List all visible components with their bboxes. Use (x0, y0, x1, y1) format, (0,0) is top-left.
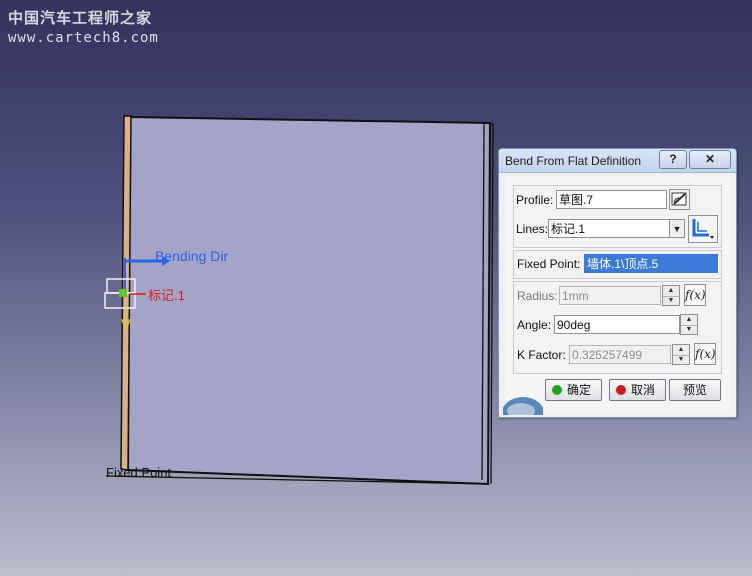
fixed-point-field-label: Fixed Point: (517, 257, 581, 271)
catia-globe-icon (503, 397, 543, 415)
sketcher-button[interactable] (669, 189, 690, 210)
right-thickness-edge-outer (490, 123, 494, 485)
lines-label: Lines: (516, 222, 549, 236)
fixed-point-field[interactable]: 墙体.1\顶点.5 (584, 254, 718, 273)
dialog-titlebar[interactable]: Bend From Flat Definition ? ✕ (499, 149, 736, 173)
profile-field[interactable]: 草图.7 (556, 190, 667, 209)
radius-label: Radius: (517, 289, 558, 303)
cancel-label: 取消 (631, 383, 656, 397)
angle-field[interactable]: 90deg (554, 315, 680, 334)
profile-label: Profile: (516, 193, 554, 207)
sketch-edit-icon (671, 192, 687, 206)
bending-dir-label: Bending Dir (155, 248, 229, 264)
ok-button[interactable]: 确定 (545, 379, 602, 401)
lines-selection-button[interactable] (688, 215, 718, 243)
fixed-point-label: Fixed Point (106, 465, 172, 480)
kfactor-field[interactable]: 0.325257499 (569, 345, 671, 364)
radius-spin-down-icon[interactable]: ▼ (663, 296, 679, 306)
profile-lines-group: Profile: 草图.7 Lines: 标记.1 ▼ (513, 185, 722, 248)
ok-label: 确定 (567, 383, 592, 397)
lines-field[interactable]: 标记.1 (548, 219, 670, 238)
ok-status-icon (552, 385, 562, 395)
kfactor-spinner[interactable]: ▲ ▼ (672, 344, 690, 365)
parameters-group: Radius: 1mm ▲ ▼ f(x) Angle: 90deg ▲ ▼ K … (513, 281, 722, 374)
kfactor-spin-down-icon[interactable]: ▼ (673, 355, 689, 365)
lines-selection-icon (692, 219, 714, 239)
lines-dropdown-arrow[interactable]: ▼ (670, 219, 685, 238)
dialog-title: Bend From Flat Definition (505, 154, 642, 168)
radius-spinner[interactable]: ▲ ▼ (662, 285, 680, 306)
kfactor-label: K Factor: (517, 348, 566, 362)
dialog-body: Profile: 草图.7 Lines: 标记.1 ▼ Fixed Point:… (503, 175, 730, 415)
angle-spinner[interactable]: ▲ ▼ (680, 314, 698, 335)
radius-formula-button[interactable]: f(x) (684, 284, 706, 306)
radius-field[interactable]: 1mm (559, 286, 661, 305)
fixed-point-group: Fixed Point: 墙体.1\顶点.5 (513, 250, 722, 279)
close-button[interactable]: ✕ (689, 150, 731, 169)
angle-label: Angle: (517, 318, 552, 332)
angle-spin-down-icon[interactable]: ▼ (681, 325, 697, 335)
mark-label: 标记.1 (148, 288, 185, 303)
cancel-status-icon (616, 385, 626, 395)
cancel-button[interactable]: 取消 (609, 379, 666, 401)
help-button[interactable]: ? (659, 150, 687, 169)
kfactor-formula-button[interactable]: f(x) (694, 343, 716, 365)
bend-from-flat-dialog: Bend From Flat Definition ? ✕ Profile: 草… (498, 148, 737, 418)
preview-button[interactable]: 预览 (669, 379, 721, 401)
